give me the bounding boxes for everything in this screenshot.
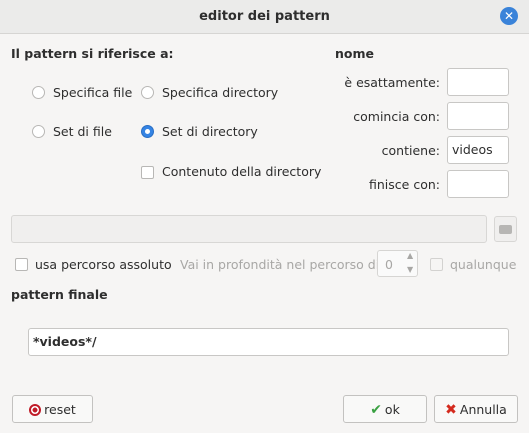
depth-spinner[interactable]: 0 ▲ ▼ <box>377 250 418 277</box>
radio-specifica-file[interactable] <box>32 86 45 99</box>
checkbox-contenuto-directory[interactable] <box>141 166 154 179</box>
cancel-button[interactable]: ✖ Annulla <box>434 395 518 423</box>
cross-icon: ✖ <box>445 402 457 418</box>
radio-set-di-directory-label[interactable]: Set di directory <box>162 124 258 139</box>
ok-label: ok <box>384 402 400 417</box>
chevron-down-icon[interactable]: ▼ <box>407 265 413 274</box>
absolute-path-label[interactable]: usa percorso assoluto <box>35 257 172 272</box>
depth-value: 0 <box>385 257 393 272</box>
reset-button[interactable]: reset <box>12 395 93 423</box>
cancel-label: Annulla <box>459 402 507 417</box>
radio-specifica-directory-label[interactable]: Specifica directory <box>162 85 278 100</box>
contiene-label: contiene: <box>381 143 440 158</box>
ok-button[interactable]: ✔ ok <box>343 395 427 423</box>
checkbox-any-depth[interactable] <box>430 258 443 271</box>
radio-set-di-directory[interactable] <box>141 125 154 138</box>
browse-button[interactable] <box>494 216 517 242</box>
contiene-input[interactable]: videos <box>447 136 509 164</box>
final-pattern-field[interactable]: *videos*/ <box>28 328 509 356</box>
finisce-label: finisce con: <box>369 177 440 192</box>
nome-heading: nome <box>335 46 374 61</box>
depth-label: Vai in profondità nel percorso di: <box>180 257 384 272</box>
reset-label: reset <box>44 402 76 417</box>
radio-set-di-file-label[interactable]: Set di file <box>53 124 112 139</box>
finisce-input[interactable] <box>447 170 509 198</box>
radio-specifica-file-label[interactable]: Specifica file <box>53 85 132 100</box>
radio-set-di-file[interactable] <box>32 125 45 138</box>
esattamente-input[interactable] <box>447 68 509 96</box>
folder-icon <box>499 225 512 234</box>
check-icon: ✔ <box>370 402 382 418</box>
close-icon[interactable]: ✕ <box>500 7 518 25</box>
chevron-up-icon[interactable]: ▲ <box>407 251 413 260</box>
path-input[interactable] <box>11 215 487 243</box>
checkbox-contenuto-directory-label[interactable]: Contenuto della directory <box>162 164 321 179</box>
comincia-input[interactable] <box>447 102 509 130</box>
comincia-label: comincia con: <box>353 109 440 124</box>
pattern-ref-heading: Il pattern si riferisce a: <box>11 46 174 61</box>
window-title: editor dei pattern <box>199 9 330 24</box>
radio-specifica-directory[interactable] <box>141 86 154 99</box>
checkbox-absolute-path[interactable] <box>15 258 28 271</box>
esattamente-label: è esattamente: <box>344 75 440 90</box>
final-pattern-heading: pattern finale <box>11 287 108 302</box>
record-icon <box>29 403 42 416</box>
any-depth-label: qualunque <box>450 257 517 272</box>
